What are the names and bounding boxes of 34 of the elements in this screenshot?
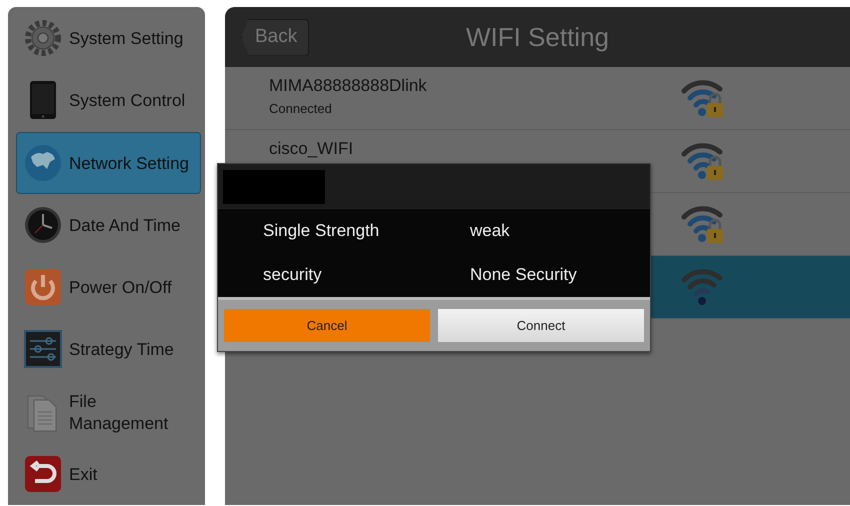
sidebar-label: Network Setting <box>69 152 189 175</box>
clock-icon <box>23 204 63 245</box>
sidebar-label: Date And Time <box>69 214 181 237</box>
sidebar-item[interactable]: System Control <box>16 69 201 132</box>
sidebar-item[interactable]: Power On/Off <box>16 256 201 318</box>
sidebar-item[interactable]: Network Setting <box>16 132 201 194</box>
page-title: WIFI Setting <box>466 22 610 52</box>
sidebar-item[interactable]: Date And Time <box>16 194 201 256</box>
sidebar-label: Exit <box>69 464 98 486</box>
info-value: weak <box>470 221 510 241</box>
sidebar-item[interactable]: File Management <box>16 380 201 443</box>
sidebar-label: System Control <box>69 90 186 112</box>
network-name: cisco_WIFI <box>269 139 354 159</box>
sidebar-label: File Management <box>69 390 170 435</box>
cancel-button[interactable]: Cancel <box>224 309 430 342</box>
sliders-icon <box>23 329 63 370</box>
sidebar-label: Power On/Off <box>69 277 172 300</box>
network-status: Connected <box>269 101 333 116</box>
power-icon <box>23 267 63 308</box>
sidebar-item[interactable]: System Setting <box>16 7 201 70</box>
sidebar-item[interactable]: Strategy Time <box>16 318 201 380</box>
connect-button[interactable]: Connect <box>438 309 644 342</box>
globe-icon <box>23 142 63 183</box>
info-value: None Security <box>470 265 577 285</box>
exit-icon <box>23 454 63 494</box>
info-label: security <box>263 265 323 285</box>
sidebar-label: System Setting <box>69 28 184 50</box>
sidebar-label: Strategy Time <box>69 339 174 362</box>
network-name: MIMA88888888Dlink <box>269 76 428 96</box>
info-label: Single Strength <box>263 221 380 241</box>
sidebar-item[interactable]: Exit <box>16 442 201 505</box>
back-button[interactable]: Back <box>241 18 310 56</box>
gear-icon <box>23 18 63 58</box>
network-row[interactable]: MIMA88888888Dlink Connected <box>225 67 850 130</box>
